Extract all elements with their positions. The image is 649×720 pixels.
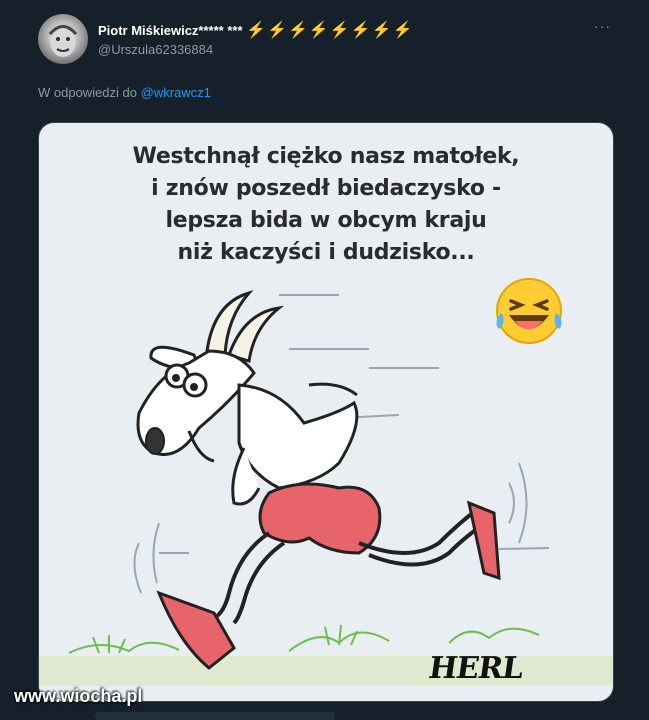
artist-signature: HERL: [426, 651, 525, 686]
reply-prefix: W odpowiedzi do: [38, 85, 137, 100]
author-handle[interactable]: @Urszula62336884: [98, 42, 213, 57]
caption-line: lepsza bida w obcym kraju: [165, 208, 487, 233]
author-name[interactable]: Piotr Miśkiewicz***** *** ⚡⚡⚡⚡⚡⚡⚡⚡: [98, 20, 414, 40]
avatar-face-icon: [48, 25, 78, 57]
site-watermark: www.wiocha.pl: [14, 686, 143, 706]
caption-line: niż kaczyści i dudzisko...: [177, 240, 475, 265]
reply-context: W odpowiedzi do @wkrawcz1: [38, 85, 211, 100]
next-row-preview: [95, 712, 335, 720]
cartoon-caption: Westchnął ciężko nasz matołek, i znów po…: [39, 141, 613, 269]
laughing-tears-emoji-icon: [496, 278, 562, 344]
avatar[interactable]: [38, 14, 88, 64]
reply-mention-link[interactable]: @wkrawcz1: [141, 85, 211, 100]
caption-line: i znów poszedł biedaczysko -: [151, 176, 501, 201]
more-options-button[interactable]: ···: [594, 18, 611, 34]
lightning-bolt-icons: ⚡⚡⚡⚡⚡⚡⚡⚡: [246, 22, 414, 39]
tweet-image[interactable]: Westchnął ciężko nasz matołek, i znów po…: [38, 122, 614, 702]
author-name-text: Piotr Miśkiewicz***** ***: [98, 23, 243, 38]
caption-line: Westchnął ciężko nasz matołek,: [132, 144, 520, 169]
